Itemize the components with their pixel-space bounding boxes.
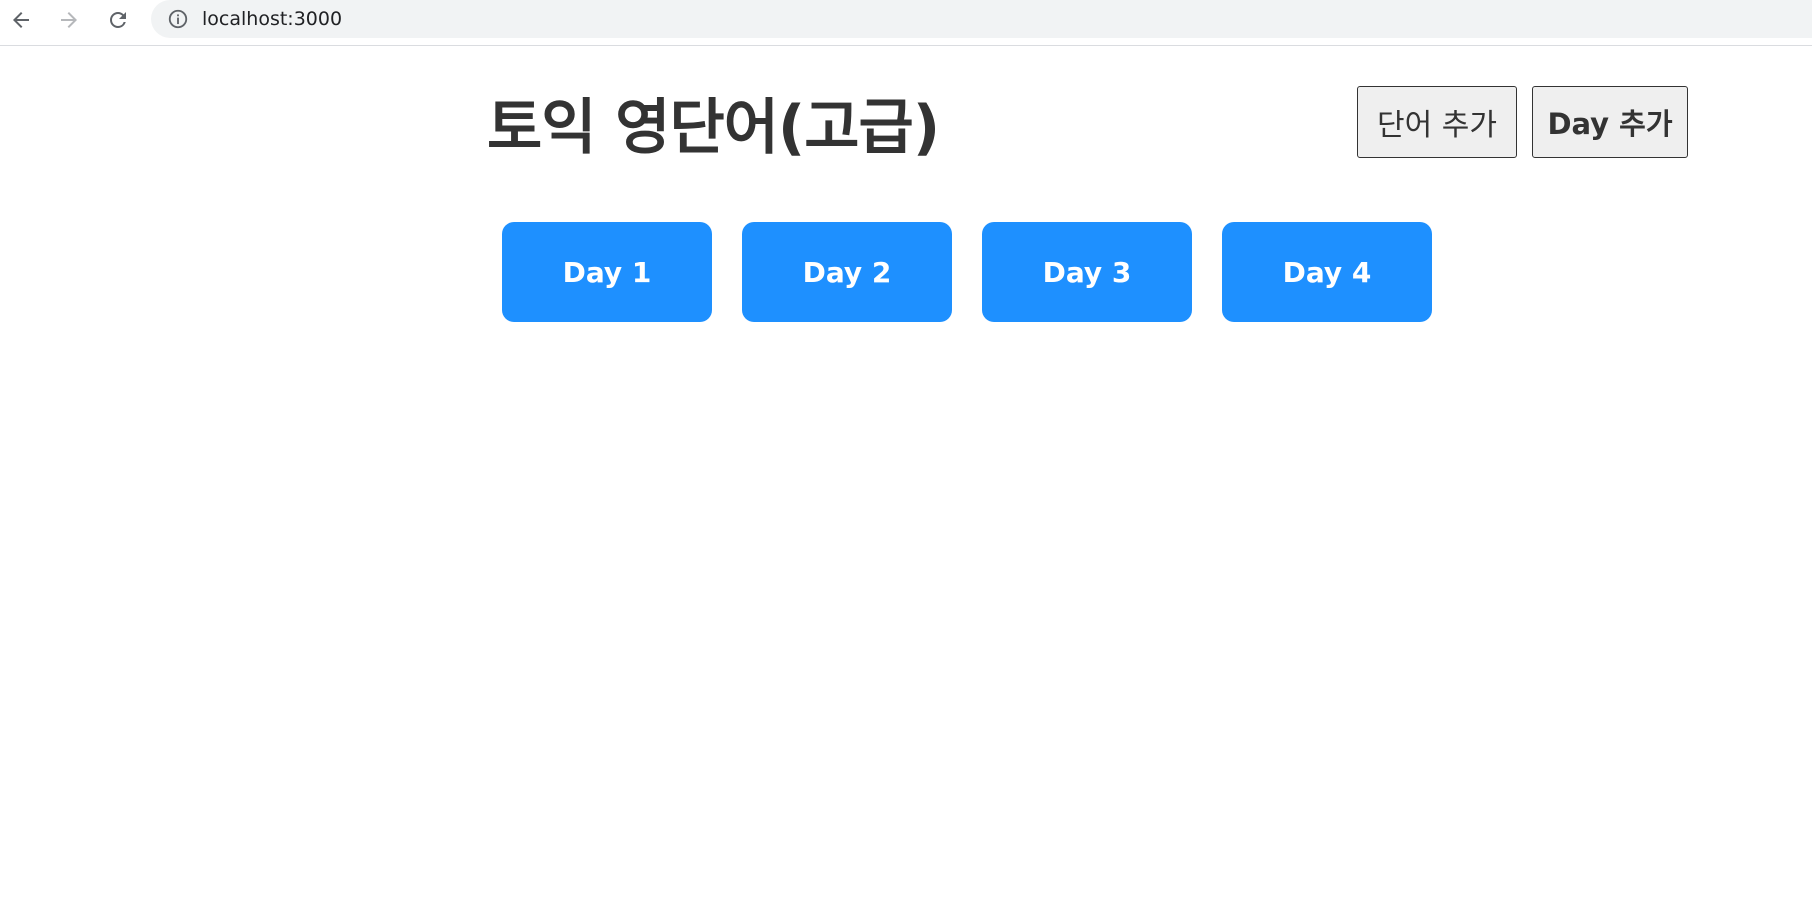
info-icon[interactable] [167,8,189,30]
page-title: 토익 영단어(고급) [487,93,940,163]
day-card[interactable]: Day 1 [502,222,712,322]
day-card[interactable]: Day 4 [1222,222,1432,322]
url-text: localhost:3000 [202,8,343,30]
day-card[interactable]: Day 3 [982,222,1192,322]
address-bar[interactable]: localhost:3000 [151,0,1812,38]
back-button[interactable] [5,4,37,36]
arrow-right-icon [61,12,77,28]
day-list: Day 1 Day 2 Day 3 Day 4 [502,222,1432,322]
forward-button[interactable] [53,4,85,36]
reload-button[interactable] [102,4,134,36]
arrow-left-icon [13,12,29,28]
add-word-button[interactable]: 단어 추가 [1357,86,1517,158]
day-card[interactable]: Day 2 [742,222,952,322]
reload-icon [110,11,126,28]
browser-toolbar: localhost:3000 [0,0,1812,46]
add-day-button[interactable]: Day 추가 [1532,86,1688,158]
